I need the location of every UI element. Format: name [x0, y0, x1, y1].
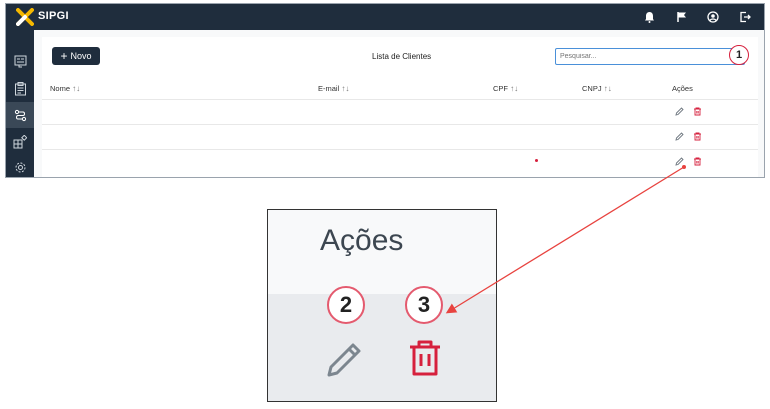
trash-icon[interactable] [407, 338, 443, 378]
sort-icon[interactable]: ↑↓ [510, 84, 518, 93]
form-icon [14, 55, 26, 67]
table-row [42, 124, 758, 150]
table-row [42, 149, 758, 175]
zoom-header-area: Ações [268, 210, 496, 294]
pencil-icon[interactable] [325, 338, 365, 378]
sidebar-item-settings[interactable] [6, 154, 34, 177]
page-title: Lista de Clientes [372, 52, 432, 61]
column-header-cpf[interactable]: CPF ↑↓ [493, 84, 518, 93]
zoom-actions-area: 2 3 [268, 286, 496, 401]
trash-icon[interactable] [693, 107, 702, 116]
route-icon [14, 109, 26, 121]
table-header: Nome ↑↓ E-mail ↑↓ CPF ↑↓ CNPJ ↑↓ Ações [42, 79, 758, 97]
top-navbar: SIPGI [6, 4, 764, 30]
clipboard-icon [14, 82, 26, 96]
column-header-nome[interactable]: Nome ↑↓ [50, 84, 80, 93]
user-circle-icon[interactable] [704, 8, 722, 26]
annotation-badge-1: 1 [729, 45, 749, 65]
cursor-dot [535, 159, 538, 162]
logout-icon[interactable] [736, 8, 754, 26]
sidebar-item-forms[interactable] [6, 48, 34, 74]
column-header-cnpj[interactable]: CNPJ ↑↓ [582, 84, 612, 93]
bell-icon[interactable] [640, 8, 658, 26]
brand-name: SIPGI [38, 10, 69, 22]
new-client-button[interactable]: + Novo [52, 47, 100, 65]
annotation-badge-3: 3 [405, 286, 443, 324]
pencil-icon[interactable] [675, 132, 684, 141]
table-row [42, 99, 758, 125]
trash-icon[interactable] [693, 157, 702, 166]
grid-icon [13, 135, 27, 149]
gear-icon [15, 162, 25, 172]
search-input[interactable] [555, 48, 745, 65]
zoom-callout: Ações 2 3 [267, 209, 497, 402]
plus-icon: + [60, 49, 68, 63]
column-header-email[interactable]: E-mail ↑↓ [318, 84, 349, 93]
app-window: SIPGI + Novo Lista de Clientes Pesquisar… [5, 3, 765, 178]
column-header-acoes: Ações [672, 84, 693, 93]
zoom-title: Ações [320, 224, 404, 257]
trash-icon[interactable] [693, 132, 702, 141]
sort-icon[interactable]: ↑↓ [604, 84, 612, 93]
sidebar [6, 30, 34, 177]
sidebar-item-grid[interactable] [6, 129, 34, 155]
new-client-label: Novo [70, 51, 92, 61]
pencil-icon[interactable] [675, 157, 684, 166]
logo-icon [16, 8, 34, 26]
annotation-badge-2: 2 [327, 286, 365, 324]
sidebar-item-routes[interactable] [6, 102, 34, 128]
sort-icon[interactable]: ↑↓ [341, 84, 349, 93]
sort-icon[interactable]: ↑↓ [72, 84, 80, 93]
sidebar-item-clipboard[interactable] [6, 76, 34, 102]
pencil-icon[interactable] [675, 107, 684, 116]
flag-icon[interactable] [672, 8, 690, 26]
client-list-panel: + Novo Lista de Clientes Nome ↑↓ E-mail … [42, 37, 758, 177]
